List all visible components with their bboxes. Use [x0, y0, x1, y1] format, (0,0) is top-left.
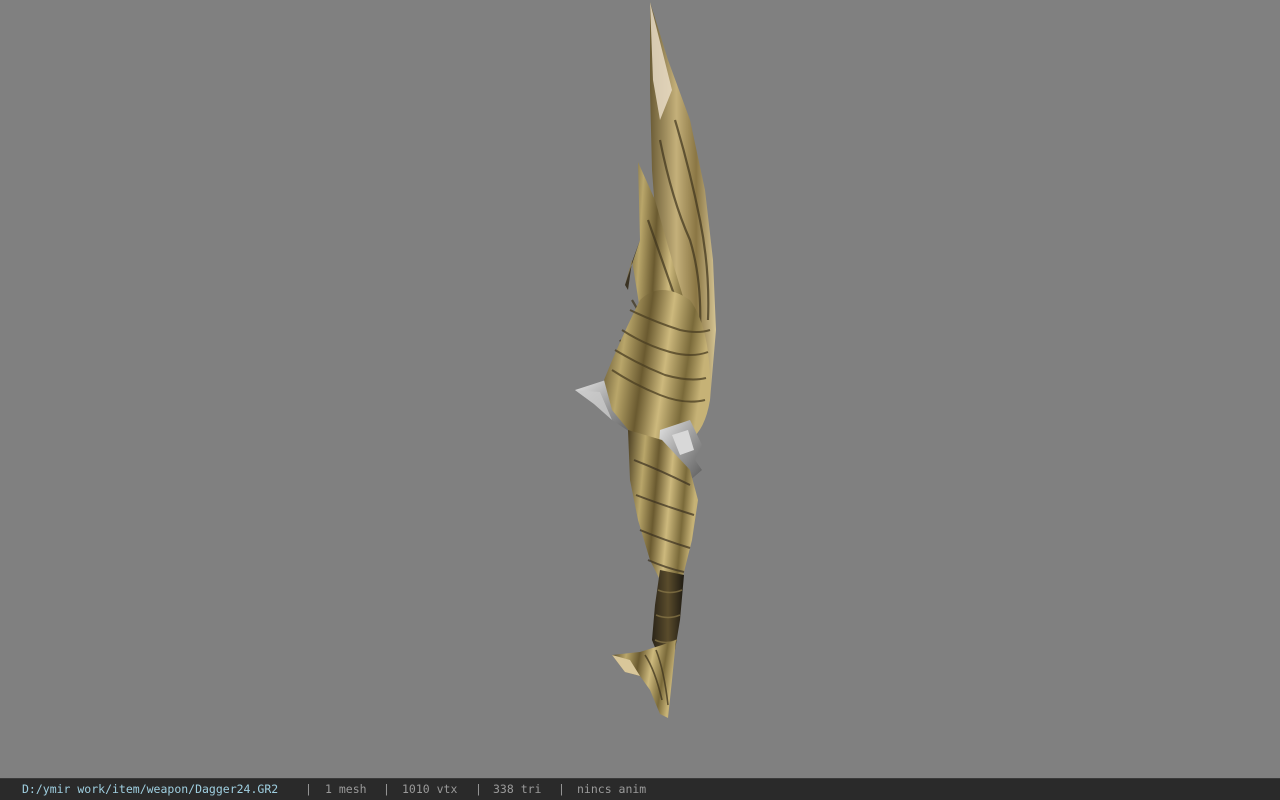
- head-mass: [604, 290, 711, 440]
- animation-status-label: nincs anim: [577, 782, 647, 796]
- status-bar: D:/ymir work/item/weapon/Dagger24.GR2 | …: [0, 778, 1280, 800]
- 3d-viewport[interactable]: [0, 0, 1280, 778]
- triangle-count-label: 338 tri: [493, 782, 542, 796]
- file-path-label: D:/ymir work/item/weapon/Dagger24.GR2: [22, 782, 279, 796]
- mesh-count-label: 1 mesh: [325, 782, 367, 796]
- status-separator: |: [475, 782, 482, 796]
- dagger-model[interactable]: [0, 0, 1280, 778]
- status-separator: |: [558, 782, 565, 796]
- vertex-count-label: 1010 vtx: [402, 782, 458, 796]
- pommel: [612, 640, 676, 718]
- status-separator: |: [305, 782, 312, 796]
- status-separator: |: [383, 782, 390, 796]
